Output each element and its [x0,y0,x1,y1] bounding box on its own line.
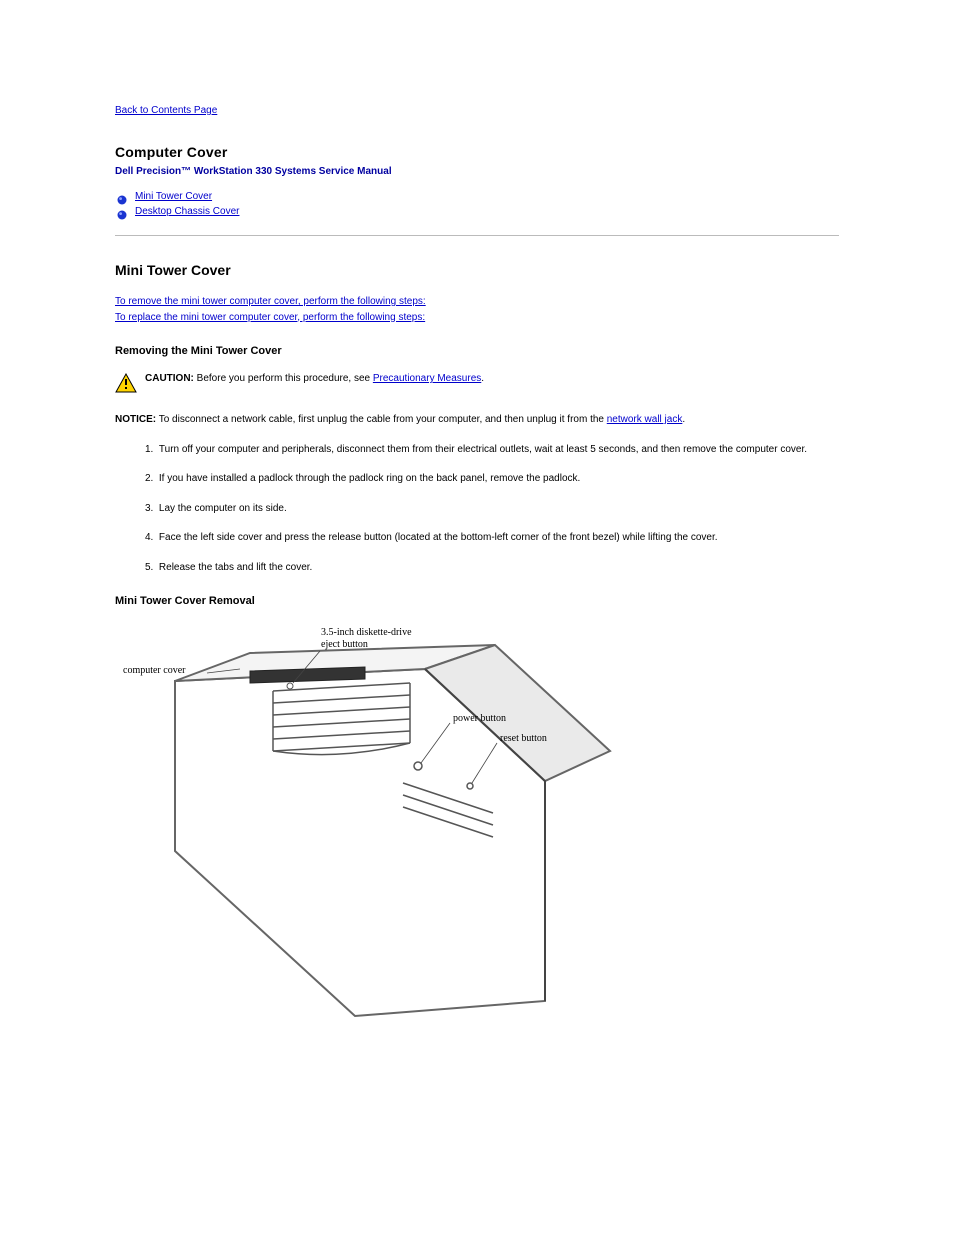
subsection-heading-removal: Removing the Mini Tower Cover [115,345,839,357]
step-5-text: Release the tabs and lift the cover. [159,562,312,573]
divider [115,235,839,236]
manual-subtitle: Dell Precision™ WorkStation 330 Systems … [115,166,839,177]
intro-text: To remove the mini tower computer cover,… [115,294,839,325]
label-eject-line2: eject button [321,639,368,650]
step-3: 3. Lay the computer on its side. [145,501,839,517]
notice-body-before: To disconnect a network cable, first unp… [159,414,607,425]
diagram-heading: Mini Tower Cover Removal [115,595,839,607]
label-eject-button: 3.5-inch diskette-drive eject button [321,627,414,650]
replace-steps-link[interactable]: To replace the mini tower computer cover… [115,312,425,323]
label-computer-cover: computer cover [123,665,186,676]
toc-link-desktop[interactable]: Desktop Chassis Cover [135,206,239,217]
step-2: 2. If you have installed a padlock throu… [145,471,839,487]
caution-label: CAUTION: [145,373,194,384]
remove-steps-link[interactable]: To remove the mini tower computer cover,… [115,296,426,307]
toc-link-mini-tower[interactable]: Mini Tower Cover [135,191,212,202]
network-wall-jack-link[interactable]: network wall jack [607,414,683,425]
step-3-text: Lay the computer on its side. [159,503,287,514]
step-5: 5. Release the tabs and lift the cover. [145,560,839,576]
toc-item: Desktop Chassis Cover [115,206,839,217]
caution-body-before: Before you perform this procedure, see [197,373,373,384]
section-heading-mini-tower: Mini Tower Cover [115,262,839,278]
caution-block: CAUTION: Before you perform this procedu… [115,371,839,398]
caution-body-after: . [481,373,484,384]
label-eject-line1: 3.5-inch diskette-drive [321,627,412,638]
step-2-text: If you have installed a padlock through … [159,473,580,484]
notice-block: NOTICE: To disconnect a network cable, f… [115,412,839,428]
step-1-text: Turn off your computer and peripherals, … [159,444,807,455]
page-title: Computer Cover [115,144,839,160]
precautionary-measures-link[interactable]: Precautionary Measures [373,373,481,384]
caution-text: CAUTION: Before you perform this procedu… [145,371,839,387]
cover-removal-diagram: computer cover 3.5-inch diskette-drive e… [115,621,839,1026]
table-of-contents: Mini Tower Cover Desktop Chassis Cover [115,191,839,217]
label-reset-button: reset button [500,733,547,744]
step-1: 1. Turn off your computer and peripheral… [145,442,839,458]
toc-item: Mini Tower Cover [115,191,839,202]
step-4-text: Face the left side cover and press the r… [159,532,718,543]
bullet-icon [117,192,127,202]
caution-icon [115,373,141,398]
notice-label: NOTICE: [115,414,156,425]
label-power-button: power button [453,713,506,724]
notice-body-after: . [682,414,685,425]
bullet-icon [117,207,127,217]
step-4: 4. Face the left side cover and press th… [145,530,839,546]
back-to-contents-link[interactable]: Back to Contents Page [115,105,217,116]
